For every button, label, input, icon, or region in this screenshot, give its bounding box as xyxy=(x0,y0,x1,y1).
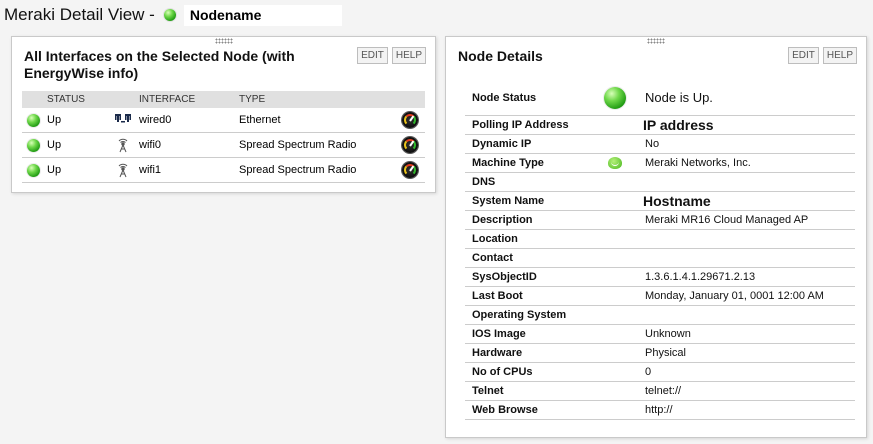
energywise-gauge-icon[interactable] xyxy=(402,112,418,128)
interfaces-table: STATUS INTERFACE TYPE Up wired0 Ethernet… xyxy=(22,91,425,183)
interface-type: Spread Spectrum Radio xyxy=(239,139,357,151)
detail-label: Description xyxy=(472,214,533,226)
detail-label: Node Status xyxy=(472,91,537,104)
detail-label: Telnet xyxy=(472,385,504,397)
detail-label: Hardware xyxy=(472,347,523,359)
detail-row-description: Description Meraki MR16 Cloud Managed AP xyxy=(465,211,855,230)
detail-row-system-name: System Name Hostname xyxy=(465,192,855,211)
detail-row-node-status: Node Status Node is Up. xyxy=(465,80,855,116)
detail-row-machine-type: Machine Type Meraki Networks, Inc. xyxy=(465,154,855,173)
node-details-table: Node Status Node is Up. Polling IP Addre… xyxy=(465,80,855,420)
detail-row-cpus: No of CPUs 0 xyxy=(465,363,855,382)
detail-row-last-boot: Last Boot Monday, January 01, 0001 12:00… xyxy=(465,287,855,306)
detail-row-ios-image: IOS Image Unknown xyxy=(465,325,855,344)
drag-handle-icon[interactable] xyxy=(214,38,233,44)
ethernet-port-icon xyxy=(107,113,139,127)
detail-value: 0 xyxy=(645,366,652,378)
interface-type: Ethernet xyxy=(239,114,281,126)
energywise-gauge-icon[interactable] xyxy=(402,162,418,178)
detail-label: Contact xyxy=(472,252,513,264)
node-details-title: Node Details xyxy=(458,48,543,64)
detail-value: Monday, January 01, 0001 12:00 AM xyxy=(645,290,824,302)
telnet-link[interactable]: telnet:// xyxy=(638,385,855,397)
detail-value: Node is Up. xyxy=(645,90,713,105)
status-up-icon xyxy=(163,9,176,21)
detail-row-contact: Contact xyxy=(465,249,855,268)
column-header-status: STATUS xyxy=(47,94,85,105)
detail-label: System Name xyxy=(472,195,545,207)
column-header-type: TYPE xyxy=(239,94,266,105)
table-row[interactable]: Up wifi1 Spread Spectrum Radio xyxy=(22,158,425,183)
help-button[interactable]: HELP xyxy=(822,47,857,64)
interface-link[interactable]: wired0 xyxy=(139,114,239,126)
detail-label: Last Boot xyxy=(472,290,523,302)
page-header: Meraki Detail View - Nodename xyxy=(4,4,342,26)
detail-value: Meraki Networks, Inc. xyxy=(645,157,751,169)
status-up-icon xyxy=(27,113,40,127)
interfaces-panel-title: All Interfaces on the Selected Node (wit… xyxy=(24,48,295,81)
energywise-gauge-icon[interactable] xyxy=(402,137,418,153)
node-name: Nodename xyxy=(183,4,342,26)
table-row[interactable]: Up wired0 Ethernet xyxy=(22,108,425,133)
detail-value: Meraki MR16 Cloud Managed AP xyxy=(645,214,809,226)
detail-value: No xyxy=(645,138,660,150)
page-title: Meraki Detail View - xyxy=(4,5,155,24)
status-up-icon xyxy=(604,86,626,109)
detail-label: Location xyxy=(472,233,518,245)
edit-button[interactable]: EDIT xyxy=(788,47,819,64)
detail-label: Web Browse xyxy=(472,404,538,416)
detail-value: Hostname xyxy=(643,193,711,209)
detail-row-dynamic-ip: Dynamic IP No xyxy=(465,135,855,154)
node-details-panel: Node Details EDIT HELP Node Status Node … xyxy=(445,36,867,438)
detail-label: Polling IP Address xyxy=(472,119,569,131)
detail-label: SysObjectID xyxy=(472,271,537,283)
meraki-vendor-icon xyxy=(608,157,622,169)
table-row[interactable]: Up wifi0 Spread Spectrum Radio xyxy=(22,133,425,158)
interface-link[interactable]: wifi1 xyxy=(139,164,239,176)
interfaces-panel: All Interfaces on the Selected Node (wit… xyxy=(11,36,436,193)
help-button[interactable]: HELP xyxy=(391,47,426,64)
status-text: Up xyxy=(47,164,62,176)
detail-value: Unknown xyxy=(645,328,691,340)
detail-label: Dynamic IP xyxy=(472,138,532,150)
detail-label: DNS xyxy=(472,176,496,188)
web-browse-link[interactable]: http:// xyxy=(638,404,855,416)
detail-row-location: Location xyxy=(465,230,855,249)
status-up-icon xyxy=(27,138,40,152)
status-up-icon xyxy=(27,163,40,177)
detail-row-operating-system: Operating System xyxy=(465,306,855,325)
drag-handle-icon[interactable] xyxy=(647,38,665,44)
wireless-antenna-icon xyxy=(107,162,139,178)
detail-value: IP address xyxy=(643,117,714,133)
detail-label: No of CPUs xyxy=(472,366,533,378)
detail-row-sysobjectid: SysObjectID 1.3.6.1.4.1.29671.2.13 xyxy=(465,268,855,287)
status-text: Up xyxy=(47,139,62,151)
detail-row-hardware: Hardware Physical xyxy=(465,344,855,363)
detail-row-dns: DNS xyxy=(465,173,855,192)
column-header-interface: INTERFACE xyxy=(139,94,196,105)
detail-value: 1.3.6.1.4.1.29671.2.13 xyxy=(645,271,756,283)
detail-label: IOS Image xyxy=(472,328,526,340)
interface-link[interactable]: wifi0 xyxy=(139,139,239,151)
detail-row-polling-ip: Polling IP Address IP address xyxy=(465,116,855,135)
detail-row-telnet[interactable]: Telnet telnet:// xyxy=(465,382,855,401)
table-header: STATUS INTERFACE TYPE xyxy=(22,91,425,108)
edit-button[interactable]: EDIT xyxy=(357,47,388,64)
wireless-antenna-icon xyxy=(107,137,139,153)
detail-label: Machine Type xyxy=(472,157,544,169)
detail-label: Operating System xyxy=(472,309,567,321)
status-text: Up xyxy=(47,114,62,126)
detail-row-web-browse[interactable]: Web Browse http:// xyxy=(465,401,855,420)
interface-type: Spread Spectrum Radio xyxy=(239,164,357,176)
detail-value: Physical xyxy=(645,347,686,359)
